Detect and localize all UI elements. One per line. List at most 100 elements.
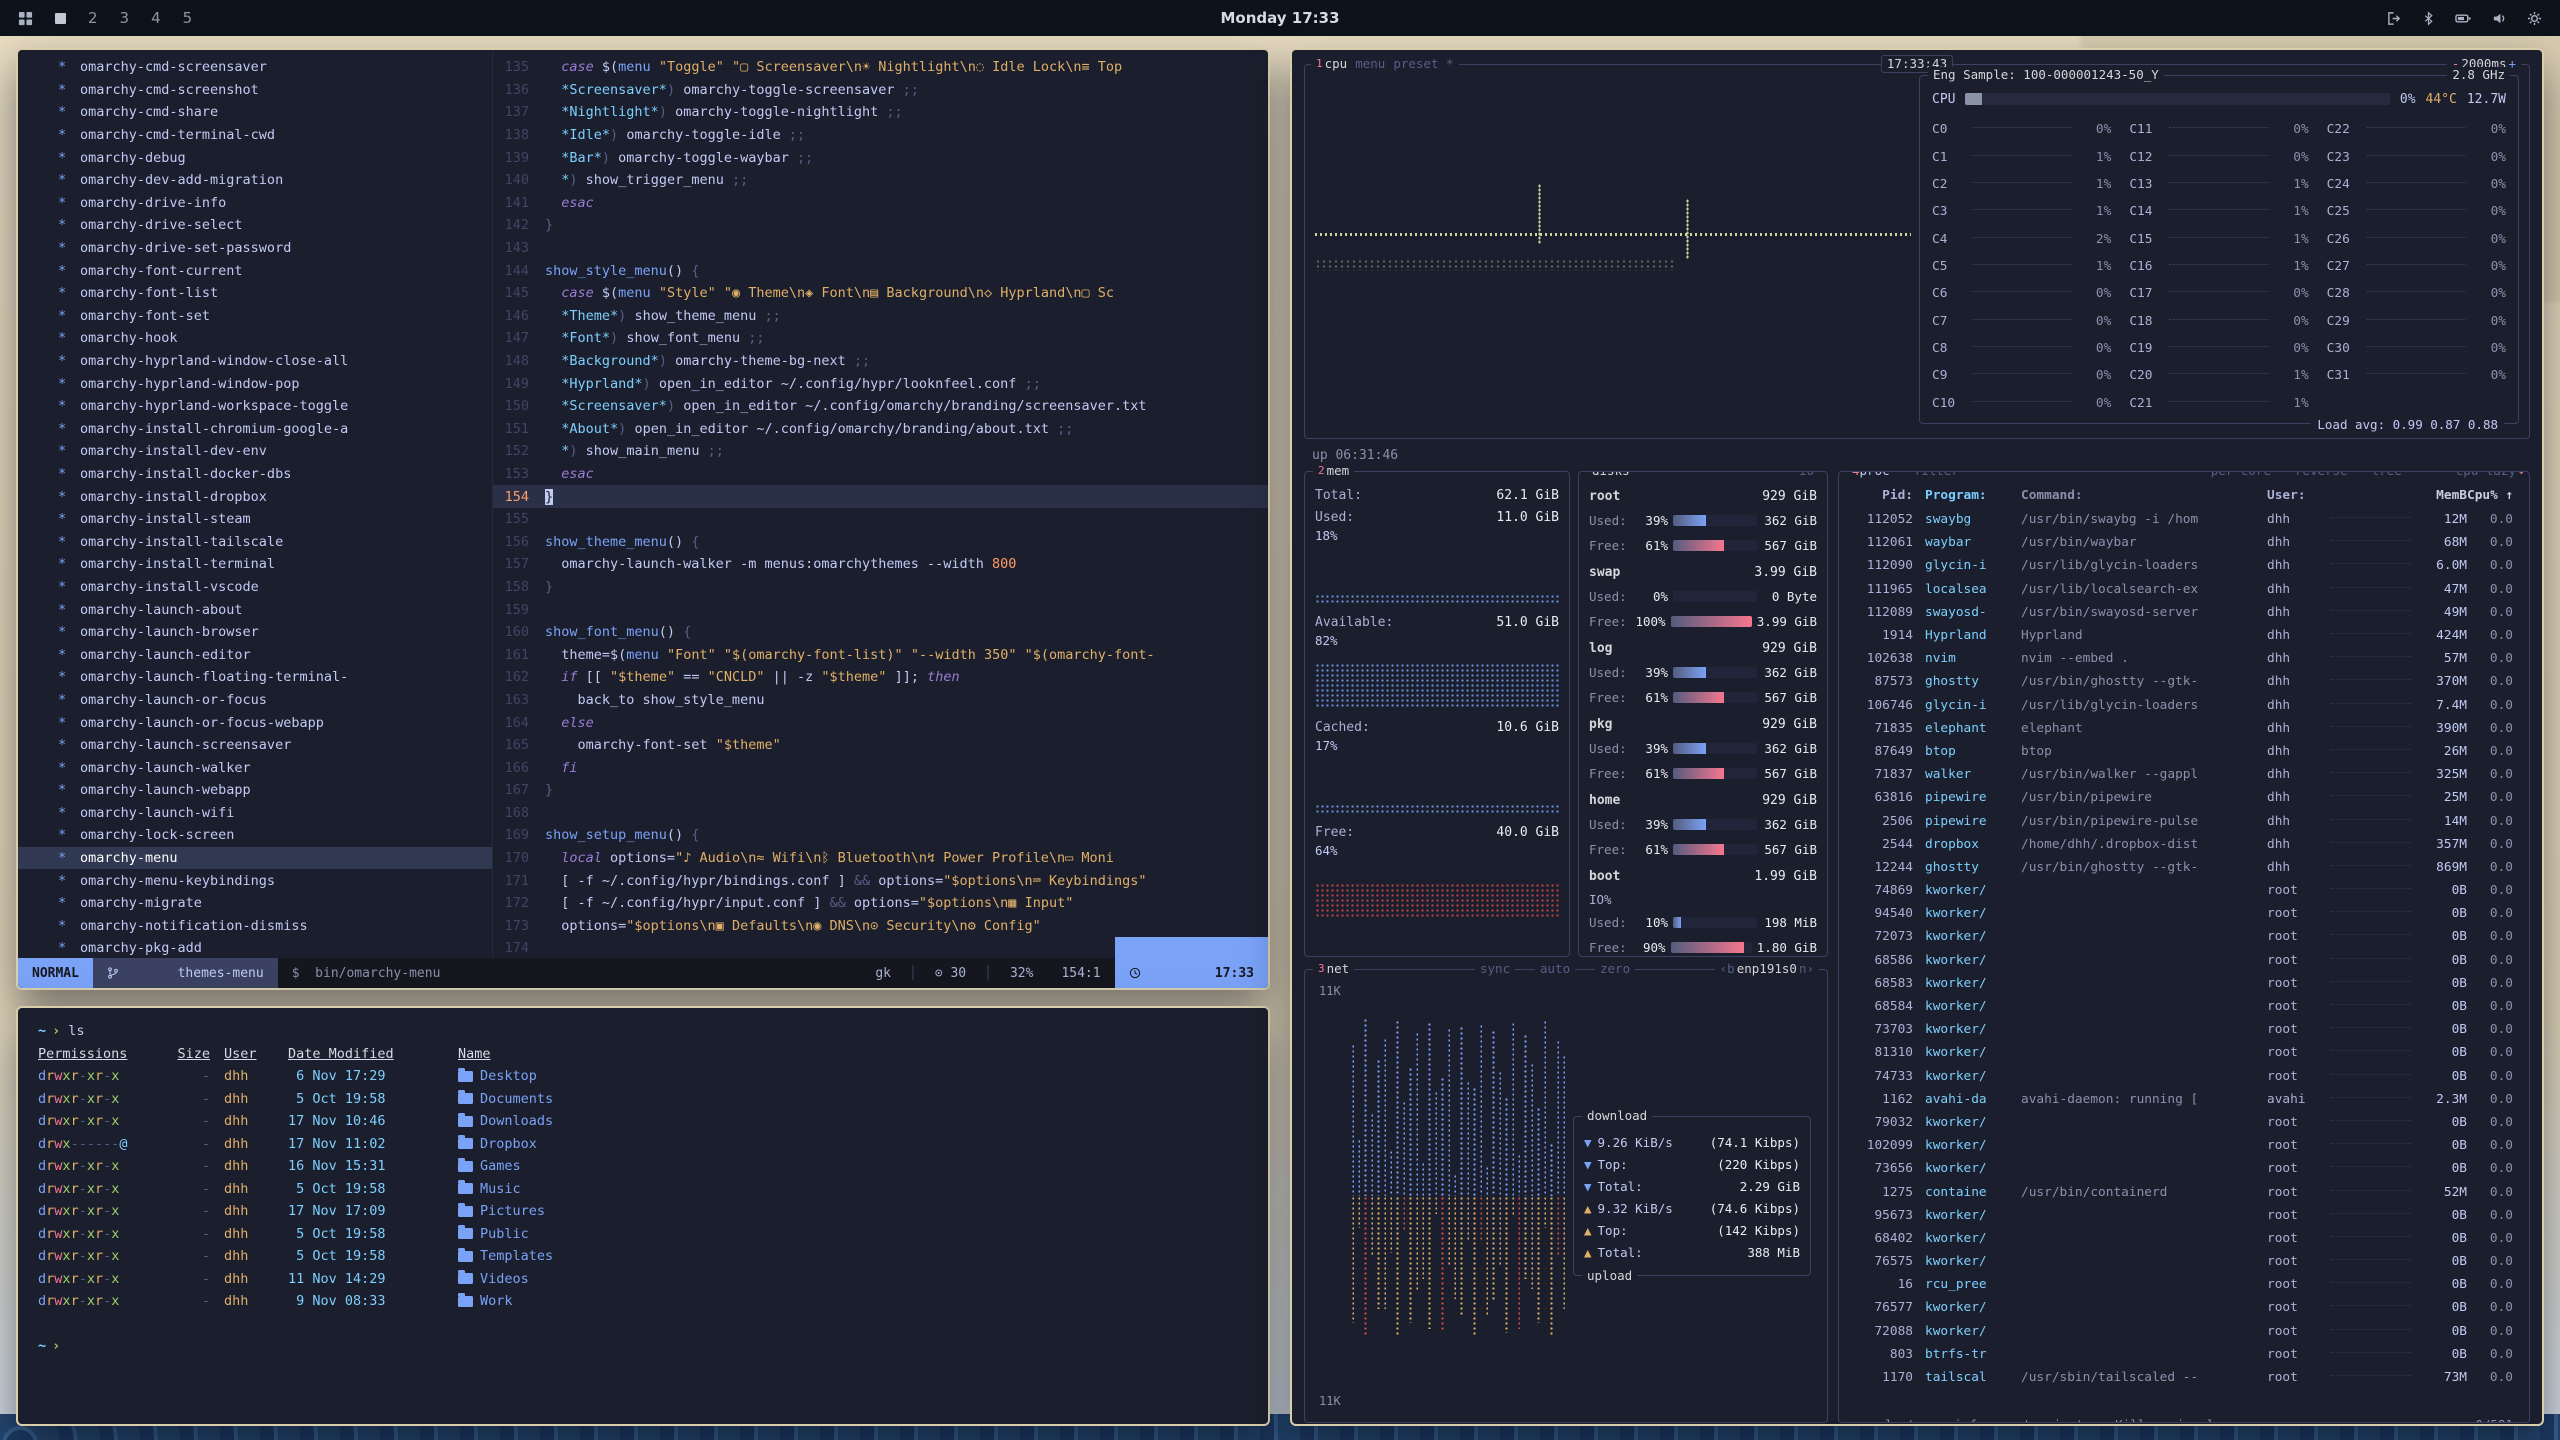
code-line[interactable]: 157 omarchy-launch-walker -m menus:omarc… <box>493 553 1268 576</box>
code-line[interactable]: 135 case $(menu "Toggle" "▢ Screensaver\… <box>493 56 1268 79</box>
clock-date[interactable]: Monday 17:33 <box>0 9 2560 27</box>
process-row[interactable]: 76575 kworker/ root 0B 0.0 <box>1847 1250 2521 1273</box>
file-list-item[interactable]: * omarchy-launch-browser <box>18 621 492 644</box>
code-line[interactable]: 169 show_setup_menu() { <box>493 824 1268 847</box>
code-line[interactable]: 146 *Theme*) show_theme_menu ;; <box>493 305 1268 328</box>
process-row[interactable]: 73703 kworker/ root 0B 0.0 <box>1847 1018 2521 1041</box>
tab-proc[interactable]: 4proc <box>1847 471 1895 478</box>
tab-io[interactable]: io <box>1794 471 1819 479</box>
file-list-item[interactable]: * omarchy-notification-dismiss <box>18 915 492 938</box>
file-list-item[interactable]: * omarchy-launch-about <box>18 598 492 621</box>
tab-filter[interactable]: filter <box>1909 471 1964 478</box>
kill-control[interactable]: Kill <box>2109 1417 2151 1423</box>
process-row[interactable]: 16 rcu_pree root 0B 0.0 <box>1847 1273 2521 1296</box>
info-control[interactable]: info ↵ <box>1948 1417 2005 1423</box>
process-row[interactable]: 112090 glycin-i /usr/lib/glycin-loaders … <box>1847 554 2521 577</box>
file-list-item[interactable]: * omarchy-install-dropbox <box>18 485 492 508</box>
iface-prev-button[interactable]: ‹b <box>1720 961 1735 977</box>
process-row[interactable]: 102638 nvim nvim --embed . dhh 57M 0.0 <box>1847 647 2521 670</box>
process-row[interactable]: 12244 ghostty /usr/bin/ghostty --gtk- dh… <box>1847 856 2521 879</box>
file-list-item[interactable]: * omarchy-font-current <box>18 259 492 282</box>
code-line[interactable]: 170 local options="♪ Audio\n≈ Wifi\nᛒ Bl… <box>493 847 1268 870</box>
code-line[interactable]: 143 <box>493 237 1268 260</box>
process-row[interactable]: 76577 kworker/ root 0B 0.0 <box>1847 1296 2521 1319</box>
file-list-item[interactable]: * omarchy-font-set <box>18 305 492 328</box>
file-list-item[interactable]: * omarchy-debug <box>18 146 492 169</box>
file-list-item[interactable]: * omarchy-launch-wifi <box>18 802 492 825</box>
process-row[interactable]: 72088 kworker/ root 0B 0.0 <box>1847 1320 2521 1343</box>
code-line[interactable]: 166 fi <box>493 756 1268 779</box>
process-row[interactable]: 68586 kworker/ root 0B 0.0 <box>1847 949 2521 972</box>
file-list-item[interactable]: * omarchy-cmd-share <box>18 101 492 124</box>
code-line[interactable]: 161 theme=$(menu "Font" "$(omarchy-font-… <box>493 643 1268 666</box>
file-list-item[interactable]: * omarchy-cmd-screensaver <box>18 56 492 79</box>
code-line[interactable]: 171 [ -f ~/.config/hypr/bindings.conf ] … <box>493 869 1268 892</box>
file-list-item[interactable]: * omarchy-launch-or-focus-webapp <box>18 711 492 734</box>
process-row[interactable]: 87573 ghostty /usr/bin/ghostty --gtk- dh… <box>1847 670 2521 693</box>
process-row[interactable]: 79032 kworker/ root 0B 0.0 <box>1847 1111 2521 1134</box>
process-row[interactable]: 102099 kworker/ root 0B 0.0 <box>1847 1134 2521 1157</box>
code-line[interactable]: 149 *Hyprland*) open_in_editor ~/.config… <box>493 372 1268 395</box>
code-line[interactable]: 172 [ -f ~/.config/hypr/input.conf ] && … <box>493 892 1268 915</box>
code-line[interactable]: 160 show_font_menu() { <box>493 621 1268 644</box>
tab-per-core[interactable]: per-core <box>2206 471 2276 478</box>
process-row[interactable]: 2544 dropbox /home/dhh/.dropbox-dist dhh… <box>1847 833 2521 856</box>
file-list-item[interactable]: * omarchy-font-list <box>18 282 492 305</box>
file-list-item[interactable]: * omarchy-dev-add-migration <box>18 169 492 192</box>
col-command[interactable]: Command: <box>2021 488 2267 503</box>
process-row[interactable]: 71835 elephant elephant dhh 390M 0.0 <box>1847 717 2521 740</box>
iface-next-button[interactable]: n› <box>1799 961 1814 977</box>
code-line[interactable]: 154 } <box>493 485 1268 508</box>
file-list-item[interactable]: * omarchy-pkg-add <box>18 937 492 958</box>
process-row[interactable]: 95673 kworker/ root 0B 0.0 <box>1847 1204 2521 1227</box>
process-row[interactable]: 68583 kworker/ root 0B 0.0 <box>1847 972 2521 995</box>
process-row[interactable]: 112089 swayosd- /usr/bin/swayosd-server … <box>1847 601 2521 624</box>
file-list-item[interactable]: * omarchy-drive-info <box>18 192 492 215</box>
code-line[interactable]: 151 *About*) open_in_editor ~/.config/om… <box>493 418 1268 441</box>
file-list-item[interactable]: * omarchy-lock-screen <box>18 824 492 847</box>
code-line[interactable]: 145 case $(menu "Style" "◉ Theme\n◈ Font… <box>493 282 1268 305</box>
process-row[interactable]: 74869 kworker/ root 0B 0.0 <box>1847 879 2521 902</box>
file-list-item[interactable]: * omarchy-cmd-screenshot <box>18 79 492 102</box>
code-line[interactable]: 164 else <box>493 711 1268 734</box>
code-line[interactable]: 168 <box>493 802 1268 825</box>
tab-auto[interactable]: auto <box>1535 961 1575 977</box>
process-row[interactable]: 1170 tailscal /usr/sbin/tailscaled -- ro… <box>1847 1366 2521 1389</box>
code-line[interactable]: 144 show_style_menu() { <box>493 259 1268 282</box>
code-line[interactable]: 162 if [[ "$theme" == "CNCLD" || -z "$th… <box>493 666 1268 689</box>
tab-tree[interactable]: tree <box>2367 471 2407 478</box>
file-list-item[interactable]: * omarchy-launch-walker <box>18 756 492 779</box>
settings-icon[interactable] <box>2527 11 2542 26</box>
code-line[interactable]: 155 <box>493 508 1268 531</box>
select-control[interactable]: ↑ select ↓ <box>1849 1417 1936 1423</box>
process-row[interactable]: 87649 btop btop dhh 26M 0.0 <box>1847 740 2521 763</box>
file-list-item[interactable]: * omarchy-install-docker-dbs <box>18 463 492 486</box>
process-row[interactable]: 111965 localsea /usr/lib/localsearch-ex … <box>1847 578 2521 601</box>
battery-icon[interactable] <box>2455 11 2472 26</box>
file-list-item[interactable]: * omarchy-hook <box>18 327 492 350</box>
process-row[interactable]: 1914 Hyprland Hyprland dhh 424M 0.0 <box>1847 624 2521 647</box>
file-list-item[interactable]: * omarchy-hyprland-workspace-toggle <box>18 395 492 418</box>
signals-control[interactable]: signals <box>2163 1417 2228 1423</box>
process-row[interactable]: 2506 pipewire /usr/bin/pipewire-pulse dh… <box>1847 809 2521 832</box>
col-pid[interactable]: Pid: <box>1847 488 1913 503</box>
process-row[interactable]: 1162 avahi-da avahi-daemon: running [ av… <box>1847 1088 2521 1111</box>
terminal-window[interactable]: ~ › ls Permissions Size User Date Modifi… <box>16 1006 1270 1426</box>
code-line[interactable]: 141 esac <box>493 192 1268 215</box>
tab-disks[interactable]: disks <box>1587 471 1635 479</box>
code-line[interactable]: 136 *Screensaver*) omarchy-toggle-screen… <box>493 79 1268 102</box>
code-line[interactable]: 138 *Idle*) omarchy-toggle-idle ;; <box>493 124 1268 147</box>
col-cpu[interactable]: Cpu% ↑ <box>2467 488 2513 503</box>
code-line[interactable]: 158 } <box>493 576 1268 599</box>
code-line[interactable]: 140 *) show_trigger_menu ;; <box>493 169 1268 192</box>
process-row[interactable]: 106746 glycin-i /usr/lib/glycin-loaders … <box>1847 694 2521 717</box>
process-row[interactable]: 112061 waybar /usr/bin/waybar dhh 68M 0.… <box>1847 531 2521 554</box>
bluetooth-icon[interactable] <box>2422 11 2435 26</box>
file-list-item[interactable]: * omarchy-migrate <box>18 892 492 915</box>
file-list-item[interactable]: * omarchy-install-chromium-google-a <box>18 418 492 441</box>
col-program[interactable]: Program: <box>1925 488 2021 503</box>
code-line[interactable]: 159 <box>493 598 1268 621</box>
file-list-item[interactable]: * omarchy-drive-set-password <box>18 237 492 260</box>
process-row[interactable]: 1275 containe /usr/bin/containerd root 5… <box>1847 1180 2521 1203</box>
net-label[interactable]: net <box>1327 961 1350 977</box>
